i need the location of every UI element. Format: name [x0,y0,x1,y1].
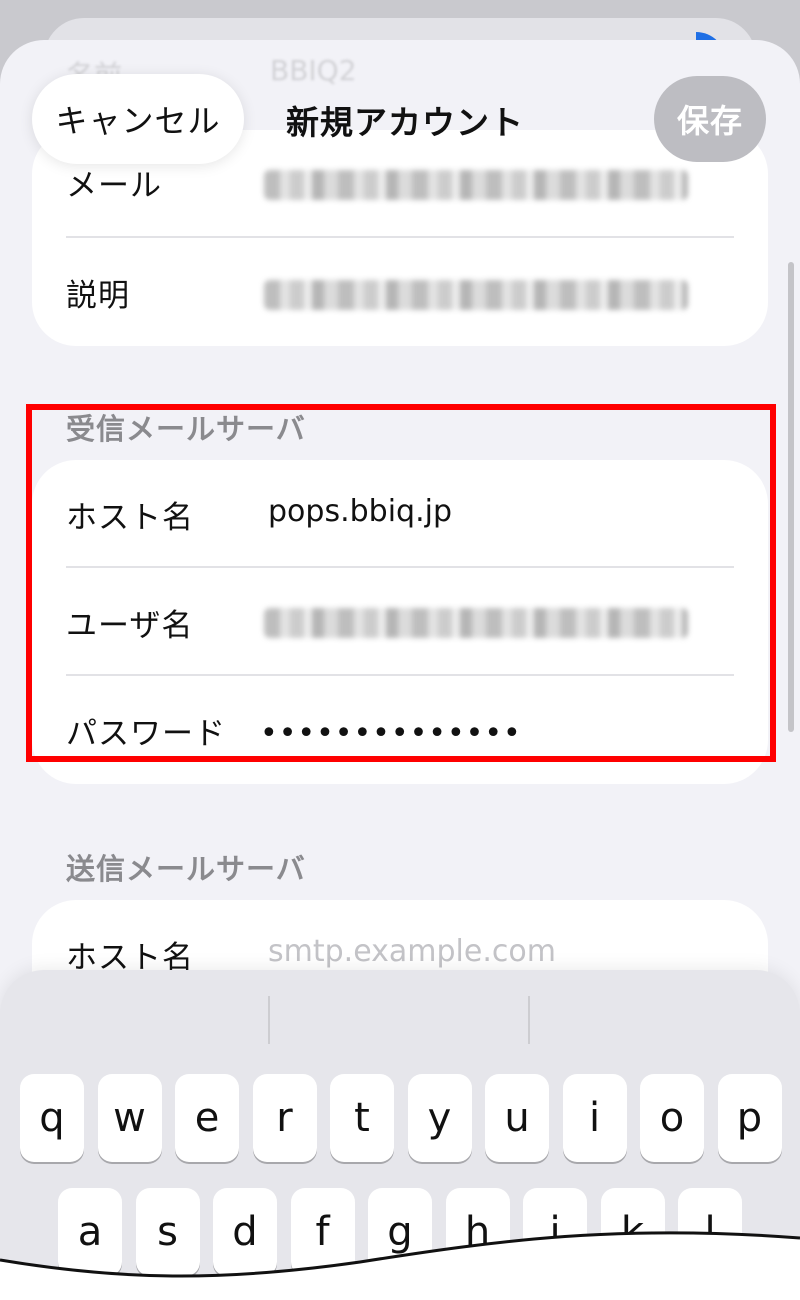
name-value: BBIQ2 [270,54,357,87]
description-row[interactable]: 説明 [32,238,768,346]
save-button[interactable]: 保存 [654,76,766,162]
key-q[interactable]: q [20,1074,84,1162]
key-e[interactable]: e [175,1074,239,1162]
description-value-redacted [264,280,688,310]
mail-label: メール [66,168,162,204]
key-u[interactable]: u [485,1074,549,1162]
outgoing-host-input[interactable]: smtp.example.com [268,934,556,969]
key-o[interactable]: o [640,1074,704,1162]
key-y[interactable]: y [407,1074,472,1162]
key-t[interactable]: t [330,1074,394,1162]
key-r[interactable]: r [252,1074,317,1162]
key-w[interactable]: w [97,1074,162,1162]
key-p[interactable]: p [717,1074,782,1162]
cancel-button[interactable]: キャンセル [32,74,244,164]
page-title: 新規アカウント [286,103,524,142]
mail-value-redacted [264,170,688,200]
outgoing-server-header: 送信メールサーバ [66,852,306,886]
scrollbar[interactable] [788,262,794,732]
highlight-box [26,404,776,762]
suggestion-divider [528,996,530,1044]
key-i[interactable]: i [562,1074,627,1162]
description-label: 説明 [66,278,130,314]
torn-edge-decoration [0,1231,800,1300]
suggestion-divider [268,996,270,1044]
